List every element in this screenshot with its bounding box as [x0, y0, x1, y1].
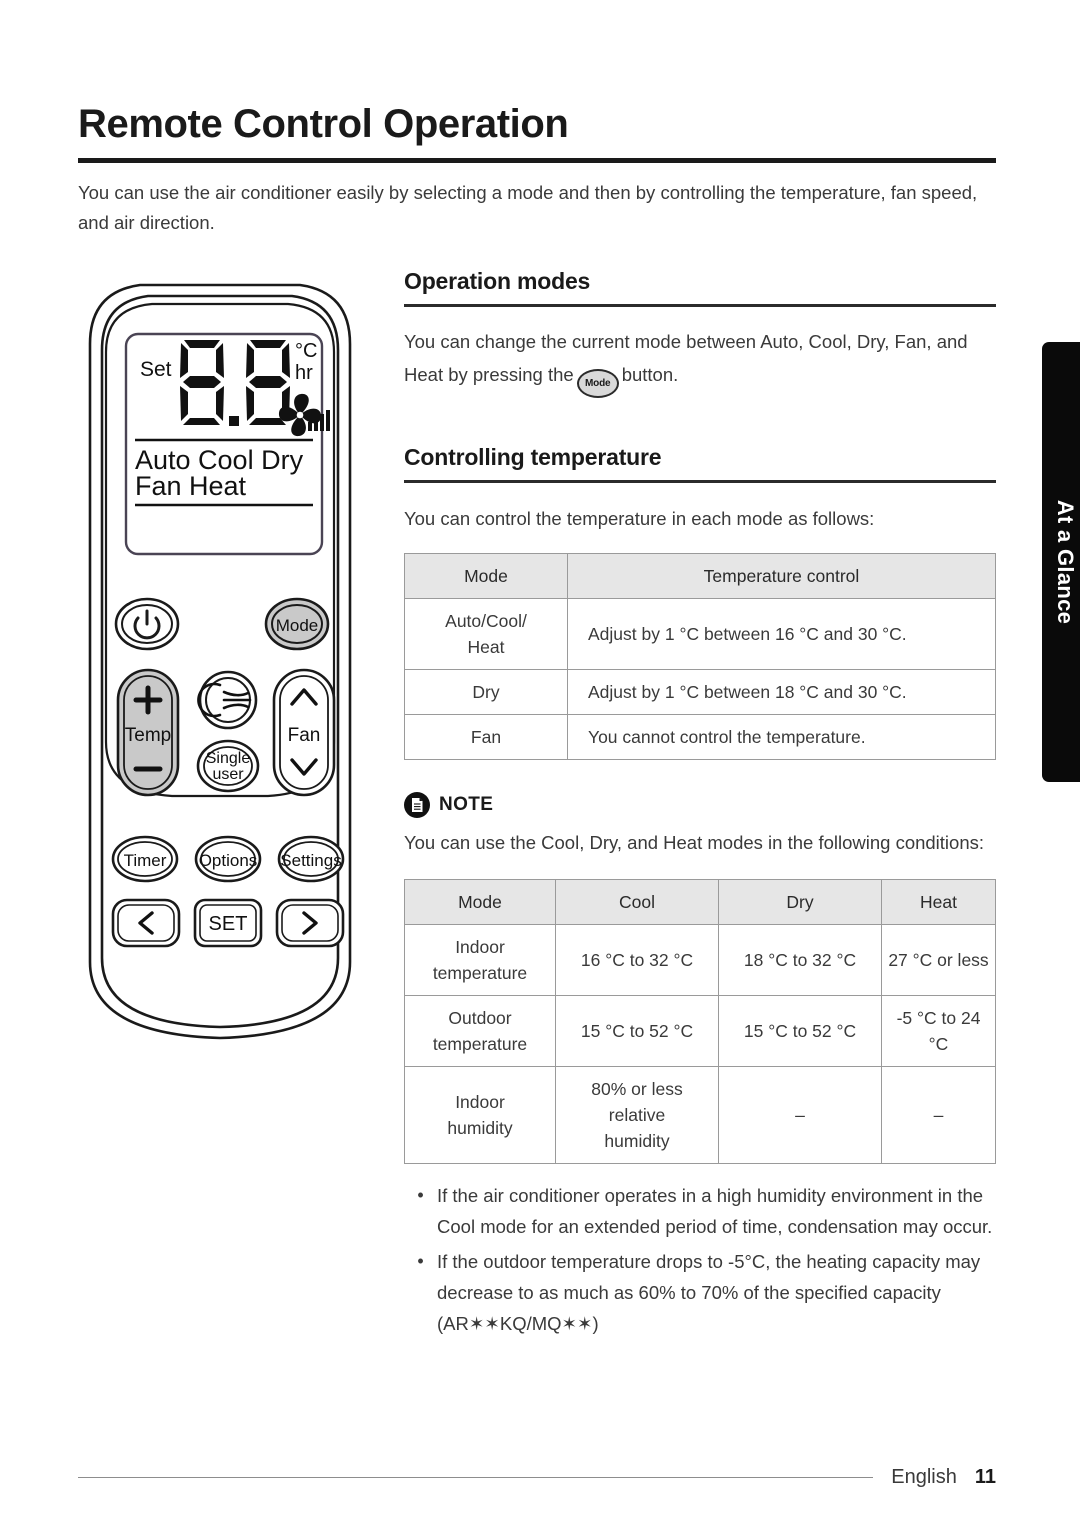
th-heat: Heat [881, 879, 996, 925]
lcd-mode-line-2: Fan Heat [135, 471, 247, 501]
cell-control-auto-cool-heat: Adjust by 1 °C between 16 °C and 30 °C. [567, 598, 996, 670]
content-column: Operation modes You can change the curre… [404, 268, 996, 1343]
note-label: NOTE [439, 794, 494, 815]
bullet-text: If the air conditioner operates in a hig… [437, 1185, 993, 1237]
heading-controlling-temperature: Controlling temperature [404, 444, 662, 470]
remote-timer-label: Timer [124, 851, 167, 870]
table-row: Fan You cannot control the temperature. [404, 714, 996, 760]
cell-indoor-humidity-cool: 80% or less relative humidity [555, 1066, 719, 1164]
cell-indoor-humidity-heat: – [881, 1066, 996, 1164]
footer-language: English [891, 1466, 957, 1488]
th-temperature-control: Temperature control [567, 553, 996, 599]
page-footer: English 11 [78, 1466, 996, 1489]
table-row: Outdoor temperature 15 °C to 52 °C 15 °C… [404, 995, 996, 1067]
remote-options-label: Options [199, 851, 258, 870]
remote-set-label: SET [209, 913, 248, 935]
section-tab-label: At a Glance [1053, 499, 1078, 625]
th-dry: Dry [718, 879, 882, 925]
inline-mode-button-icon: Mode [576, 369, 619, 398]
footer-page-number: 11 [974, 1466, 996, 1488]
table-row: Auto/Cool/ Heat Adjust by 1 °C between 1… [404, 598, 996, 670]
table-row: Indoor temperature 16 °C to 32 °C 18 °C … [404, 924, 996, 996]
list-item: • If the outdoor temperature drops to -5… [404, 1246, 996, 1339]
remote-mode-label: Mode [276, 616, 319, 635]
title-divider [78, 158, 996, 163]
cell-indoor-temp-cool: 16 °C to 32 °C [555, 924, 719, 996]
cell-control-dry: Adjust by 1 °C between 18 °C and 30 °C. [567, 669, 996, 715]
remote-single-user-button: Single user [196, 739, 260, 793]
remote-temp-button: Temp [116, 668, 180, 797]
bullet-marker: • [417, 1251, 424, 1271]
list-item: • If the air conditioner operates in a h… [404, 1180, 996, 1242]
remote-settings-button: Settings [277, 835, 345, 883]
remote-timer-button: Timer [111, 835, 179, 883]
bullet-text: If the outdoor temperature drops to -5°C… [437, 1251, 981, 1334]
remote-mode-button: Mode [264, 597, 330, 651]
cell-outdoor-temp-cool: 15 °C to 52 °C [555, 995, 719, 1067]
table-row: Indoor humidity 80% or less relative hum… [404, 1066, 996, 1164]
cell-mode-fan: Fan [404, 714, 568, 760]
remote-prev-button [111, 898, 181, 948]
cell-indoor-humidity-dry: – [718, 1066, 882, 1164]
cell-outdoor-temp-heat: -5 °C to 24 °C [881, 995, 996, 1067]
heading-operation-modes: Operation modes [404, 268, 591, 294]
note-header: NOTE [404, 792, 996, 818]
remote-fan-button: Fan [272, 668, 336, 797]
heading-rule-operation-modes [404, 304, 996, 307]
footer-divider [78, 1477, 874, 1478]
cell-indoor-temp-heat: 27 °C or less [881, 924, 996, 996]
table-operating-conditions: Mode Cool Dry Heat Indoor temperature 16… [404, 879, 996, 1164]
document-icon [404, 792, 430, 818]
intro-paragraph: You can use the air conditioner easily b… [78, 182, 978, 233]
th-mode: Mode [404, 879, 556, 925]
cell-control-fan: You cannot control the temperature. [567, 714, 996, 760]
operation-modes-paragraph: You can change the current mode between … [404, 325, 996, 398]
cell-mode-dry: Dry [404, 669, 568, 715]
note-text: You can use the Cool, Dry, and Heat mode… [404, 832, 985, 853]
remote-temp-label: Temp [125, 725, 171, 746]
remote-user-label: user [212, 766, 244, 783]
remote-control-illustration: Set °C hr Auto Cool Dry Fan Heat Mode Te… [78, 272, 378, 1052]
remote-airflow-button [197, 670, 258, 730]
cell-outdoor-temp-dry: 15 °C to 52 °C [718, 995, 882, 1067]
remote-options-button: Options [194, 835, 262, 883]
cell-row-label-indoor-humidity: Indoor humidity [404, 1066, 556, 1164]
heading-rule-controlling-temperature [404, 480, 996, 483]
cell-indoor-temp-dry: 18 °C to 32 °C [718, 924, 882, 996]
page-title: Remote Control Operation [78, 102, 569, 146]
remote-set-button: SET [193, 898, 263, 948]
remote-single-label: Single [206, 750, 251, 767]
section-tab-at-a-glance: At a Glance [1042, 342, 1080, 782]
table-temperature-control: Mode Temperature control Auto/Cool/ Heat… [404, 553, 996, 760]
cell-mode-auto-cool-heat: Auto/Cool/ Heat [404, 598, 568, 670]
remote-settings-label: Settings [280, 851, 341, 870]
lcd-unit-hour: hr [295, 362, 313, 384]
remote-fan-label: Fan [288, 725, 321, 746]
th-cool: Cool [555, 879, 719, 925]
remote-power-button [114, 597, 180, 651]
bullet-marker: • [417, 1185, 424, 1205]
table-header-row: Mode Cool Dry Heat [404, 879, 996, 925]
table-header-row: Mode Temperature control [404, 553, 996, 599]
lcd-unit-celsius: °C [295, 340, 317, 362]
operation-modes-text-after: button. [621, 364, 679, 385]
cell-row-label-outdoor-temperature: Outdoor temperature [404, 995, 556, 1067]
bullet-list: • If the air conditioner operates in a h… [404, 1180, 996, 1339]
cell-row-label-indoor-temperature: Indoor temperature [404, 924, 556, 996]
controlling-temperature-lead: You can control the temperature in each … [404, 508, 875, 529]
operation-modes-text-before: You can change the current mode between … [404, 331, 968, 385]
lcd-set-label: Set [140, 358, 172, 381]
table-row: Dry Adjust by 1 °C between 18 °C and 30 … [404, 669, 996, 715]
th-mode: Mode [404, 553, 568, 599]
remote-next-button [275, 898, 345, 948]
